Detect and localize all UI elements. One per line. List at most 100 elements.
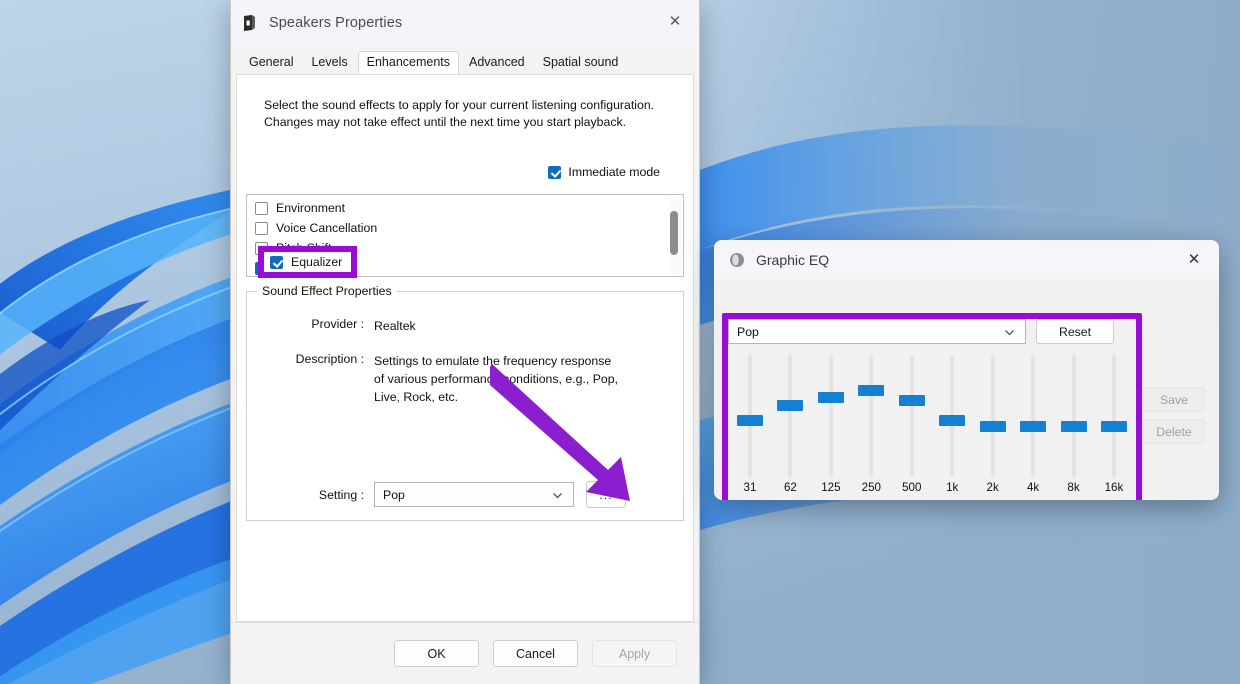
eq-band-250[interactable]: 250 [853, 355, 889, 500]
eq-slider-thumb[interactable] [817, 392, 844, 403]
eq-slider-track-wrap[interactable] [975, 355, 1011, 477]
eq-preset-value: Pop [737, 324, 759, 339]
chevron-down-icon [553, 493, 562, 499]
eq-panel: Pop Reset 31 62 125 250 500 1k 2k 4k 8k … [728, 319, 1136, 500]
provider-value: Realtek [374, 319, 416, 333]
save-button: Save [1143, 387, 1205, 412]
close-icon[interactable]: ✕ [655, 4, 695, 38]
eq-band-label: 500 [902, 481, 922, 494]
properties-footer: OK Cancel Apply [231, 622, 699, 684]
chevron-down-icon [1005, 330, 1014, 336]
eq-slider-track[interactable] [869, 355, 874, 477]
effect-label: Voice Cancellation [276, 221, 378, 235]
eq-slider-track-wrap[interactable] [934, 355, 970, 477]
tab-enhancements[interactable]: Enhancements [357, 51, 460, 75]
eq-slider-thumb[interactable] [1100, 421, 1127, 432]
eq-slider-track[interactable] [990, 355, 995, 477]
reset-button[interactable]: Reset [1036, 319, 1114, 344]
eq-slider-track[interactable] [788, 355, 793, 477]
eq-band-label: 16k [1104, 481, 1124, 494]
eq-title: Graphic EQ [756, 251, 830, 268]
tab-spatial-sound[interactable]: Spatial sound [535, 52, 627, 74]
eq-band-label: 250 [861, 481, 881, 494]
eq-band-16k[interactable]: 16k [1096, 355, 1132, 500]
eq-slider-track-wrap[interactable] [1015, 355, 1051, 477]
sound-effect-properties-group: Sound Effect Properties Provider : Realt… [246, 284, 684, 521]
eq-band-1k[interactable]: 1k [934, 355, 970, 500]
list-item[interactable]: Voice Cancellation [247, 218, 683, 238]
eq-band-62[interactable]: 62 [772, 355, 808, 500]
eq-slider-track-wrap[interactable] [853, 355, 889, 477]
equalizer-settings-button[interactable]: ... [586, 481, 626, 508]
setting-dropdown[interactable]: Pop [374, 482, 574, 507]
eq-slider-thumb[interactable] [979, 421, 1006, 432]
setting-row: Setting : Pop ... [247, 481, 683, 508]
eq-slider-thumb[interactable] [939, 415, 966, 426]
eq-slider-track-wrap[interactable] [1056, 355, 1092, 477]
eq-slider-track[interactable] [1031, 355, 1036, 477]
eq-band-sliders: 31 62 125 250 500 1k 2k 4k 8k 16k [728, 355, 1136, 500]
effects-list-scrollbar[interactable] [670, 197, 681, 274]
ok-button[interactable]: OK [394, 640, 479, 667]
eq-band-label: 62 [783, 481, 797, 494]
enhancements-tab-page: Select the sound effects to apply for yo… [236, 74, 694, 622]
sound-effects-list[interactable]: Environment Voice Cancellation Pitch Shi… [246, 194, 684, 277]
effect-checkbox-voice-cancellation[interactable] [255, 221, 268, 235]
graphic-eq-icon [730, 252, 744, 267]
close-icon[interactable]: ✕ [1173, 242, 1215, 276]
eq-band-4k[interactable]: 4k [1015, 355, 1051, 500]
provider-row: Provider : Realtek [247, 317, 683, 335]
eq-slider-thumb[interactable] [1060, 421, 1087, 432]
immediate-mode-checkbox[interactable] [548, 165, 562, 179]
setting-label: Setting : [318, 487, 364, 502]
eq-slider-thumb[interactable] [898, 395, 925, 406]
eq-slider-thumb[interactable] [858, 385, 885, 396]
effect-label: Environment [276, 201, 346, 215]
properties-tabstrip: General Levels Enhancements Advanced Spa… [231, 46, 699, 75]
eq-slider-thumb[interactable] [777, 400, 804, 411]
list-item-equalizer[interactable]: Equalizer [247, 258, 683, 276]
eq-band-500[interactable]: 500 [894, 355, 930, 500]
eq-band-125[interactable]: 125 [813, 355, 849, 500]
tab-advanced[interactable]: Advanced [461, 52, 533, 74]
delete-button: Delete [1143, 419, 1205, 444]
list-item[interactable]: Environment [247, 198, 683, 218]
eq-toolbar: Pop Reset [728, 319, 1136, 347]
description-label: Description : [295, 352, 364, 366]
eq-slider-track-wrap[interactable] [1096, 355, 1132, 477]
tab-levels[interactable]: Levels [303, 52, 355, 74]
eq-band-2k[interactable]: 2k [975, 355, 1011, 500]
eq-slider-thumb[interactable] [1020, 421, 1047, 432]
tab-general[interactable]: General [241, 52, 301, 74]
setting-selected-value: Pop [383, 487, 405, 502]
eq-slider-track[interactable] [909, 355, 914, 477]
cancel-button[interactable]: Cancel [493, 640, 578, 667]
eq-preset-dropdown[interactable]: Pop [728, 319, 1026, 344]
eq-slider-track-wrap[interactable] [813, 355, 849, 477]
scrollbar-thumb[interactable] [670, 211, 678, 255]
eq-band-label: 125 [821, 481, 841, 494]
eq-band-8k[interactable]: 8k [1056, 355, 1092, 500]
eq-band-31[interactable]: 31 [732, 355, 768, 500]
effect-checkbox-pitch-shift[interactable] [255, 241, 268, 255]
effect-checkbox-environment[interactable] [255, 201, 268, 215]
eq-slider-track[interactable] [1071, 355, 1076, 477]
properties-title: Speakers Properties [269, 15, 403, 31]
list-item[interactable]: Pitch Shift [247, 238, 683, 258]
provider-label: Provider : [311, 317, 364, 331]
description-value: Settings to emulate the frequency respon… [374, 354, 619, 404]
immediate-mode-label: Immediate mode [568, 165, 660, 179]
eq-slider-track[interactable] [1111, 355, 1116, 477]
eq-slider-track-wrap[interactable] [894, 355, 930, 477]
eq-slider-track-wrap[interactable] [732, 355, 768, 477]
eq-band-label: 4k [1026, 481, 1040, 494]
speakers-properties-window: Speakers Properties ✕ General Levels Enh… [230, 0, 700, 684]
eq-slider-track-wrap[interactable] [772, 355, 808, 477]
apply-button: Apply [592, 640, 677, 667]
immediate-mode-row[interactable]: Immediate mode [548, 165, 660, 179]
eq-slider-track[interactable] [828, 355, 833, 477]
description-row: Description : Settings to emulate the fr… [247, 352, 683, 406]
effect-checkbox-equalizer[interactable] [255, 261, 268, 275]
eq-slider-thumb[interactable] [737, 415, 763, 426]
eq-band-label: 8k [1067, 481, 1080, 494]
